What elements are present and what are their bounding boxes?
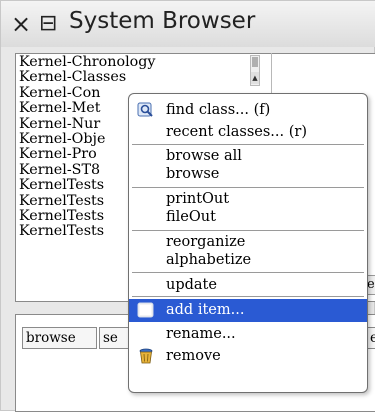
close-icon[interactable]: ×	[11, 12, 35, 36]
menu-separator	[132, 272, 364, 273]
window-title: System Browser	[69, 8, 256, 34]
menu-item-recent-classes[interactable]: recent classes... (r)	[129, 122, 367, 142]
menu-item-browse-all[interactable]: browse all	[129, 146, 367, 166]
menu-item-alphabetize[interactable]: alphabetize	[129, 250, 367, 270]
menu-separator	[132, 187, 364, 188]
menu-item-add-item[interactable]: add item...	[129, 299, 367, 322]
menu-item-label: recent classes... (r)	[166, 124, 307, 140]
menu-item-update[interactable]: update	[129, 275, 367, 295]
menu-item-label: remove	[166, 348, 221, 364]
trash-can-icon	[139, 348, 153, 364]
menu-item-rename[interactable]: rename...	[129, 324, 367, 344]
menu-item-label: fileOut	[166, 209, 216, 225]
menu-item-label: printOut	[166, 191, 230, 207]
list-item[interactable]: Kernel-Classes	[19, 69, 251, 85]
menu-item-reorganize[interactable]: reorganize	[129, 232, 367, 252]
menu-separator	[132, 296, 364, 297]
system-browser-window: × ⊟ System Browser Kernel-Chronology Ker…	[0, 0, 375, 412]
menu-item-label: update	[166, 277, 217, 293]
menu-item-label: reorganize	[166, 234, 246, 250]
list-item[interactable]: Kernel-Chronology	[19, 54, 251, 70]
menu-item-label: alphabetize	[166, 252, 252, 268]
package-scrollbar[interactable]: ▲	[250, 55, 260, 86]
browse-button[interactable]: browse	[22, 327, 97, 349]
add-item-icon	[137, 302, 154, 318]
package-context-menu: find class... (f) recent classes... (r) …	[128, 93, 368, 393]
menu-item-remove[interactable]: remove	[129, 346, 367, 366]
title-bar[interactable]: × ⊟ System Browser	[1, 1, 375, 47]
menu-item-label: browse all	[166, 148, 242, 164]
menu-item-label: add item...	[166, 302, 245, 318]
menu-item-label: rename...	[166, 326, 236, 342]
scrollbar-thumb[interactable]	[252, 57, 258, 67]
menu-item-label: find class... (f)	[166, 102, 271, 118]
menu-item-browse[interactable]: browse	[129, 164, 367, 184]
find-class-icon	[137, 102, 153, 117]
menu-item-fileout[interactable]: fileOut	[129, 207, 367, 227]
senders-button[interactable]: se	[99, 327, 129, 349]
menu-item-find-class[interactable]: find class... (f)	[129, 100, 367, 120]
menu-item-printout[interactable]: printOut	[129, 189, 367, 209]
window-menu-icon[interactable]: ⊟	[39, 12, 63, 36]
menu-separator	[132, 230, 364, 231]
scroll-up-arrow-icon[interactable]: ▲	[251, 72, 259, 84]
menu-separator	[132, 144, 364, 145]
menu-item-label: browse	[166, 166, 220, 182]
